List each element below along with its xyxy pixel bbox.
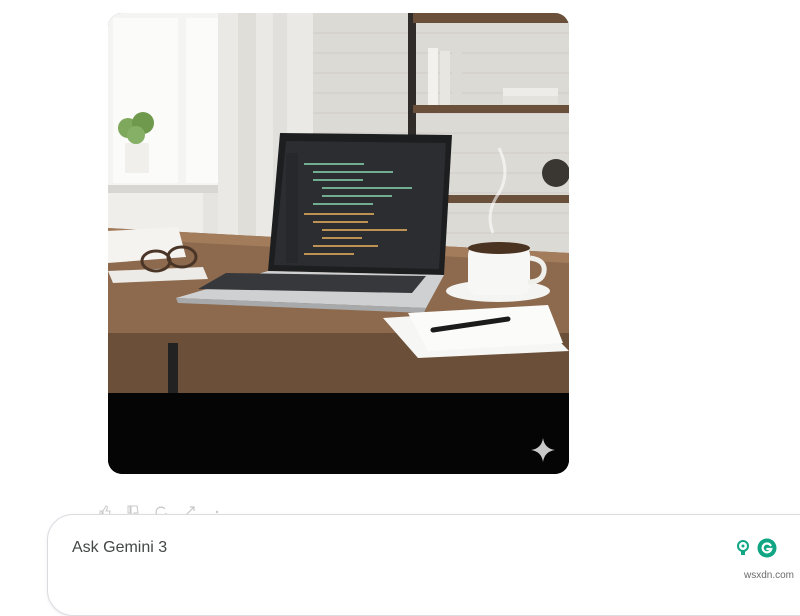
watermark: wsxdn.com: [743, 570, 794, 581]
bulb-extension-icon[interactable]: [733, 538, 753, 558]
gemini-sparkle-icon: [531, 438, 555, 462]
extension-icons: [733, 538, 777, 558]
image-scene: [108, 13, 569, 474]
grammarly-icon[interactable]: [757, 538, 777, 558]
prompt-input-box[interactable]: [47, 514, 800, 616]
generated-image[interactable]: [108, 13, 569, 474]
prompt-input[interactable]: Ask Gemini 3: [72, 539, 167, 557]
